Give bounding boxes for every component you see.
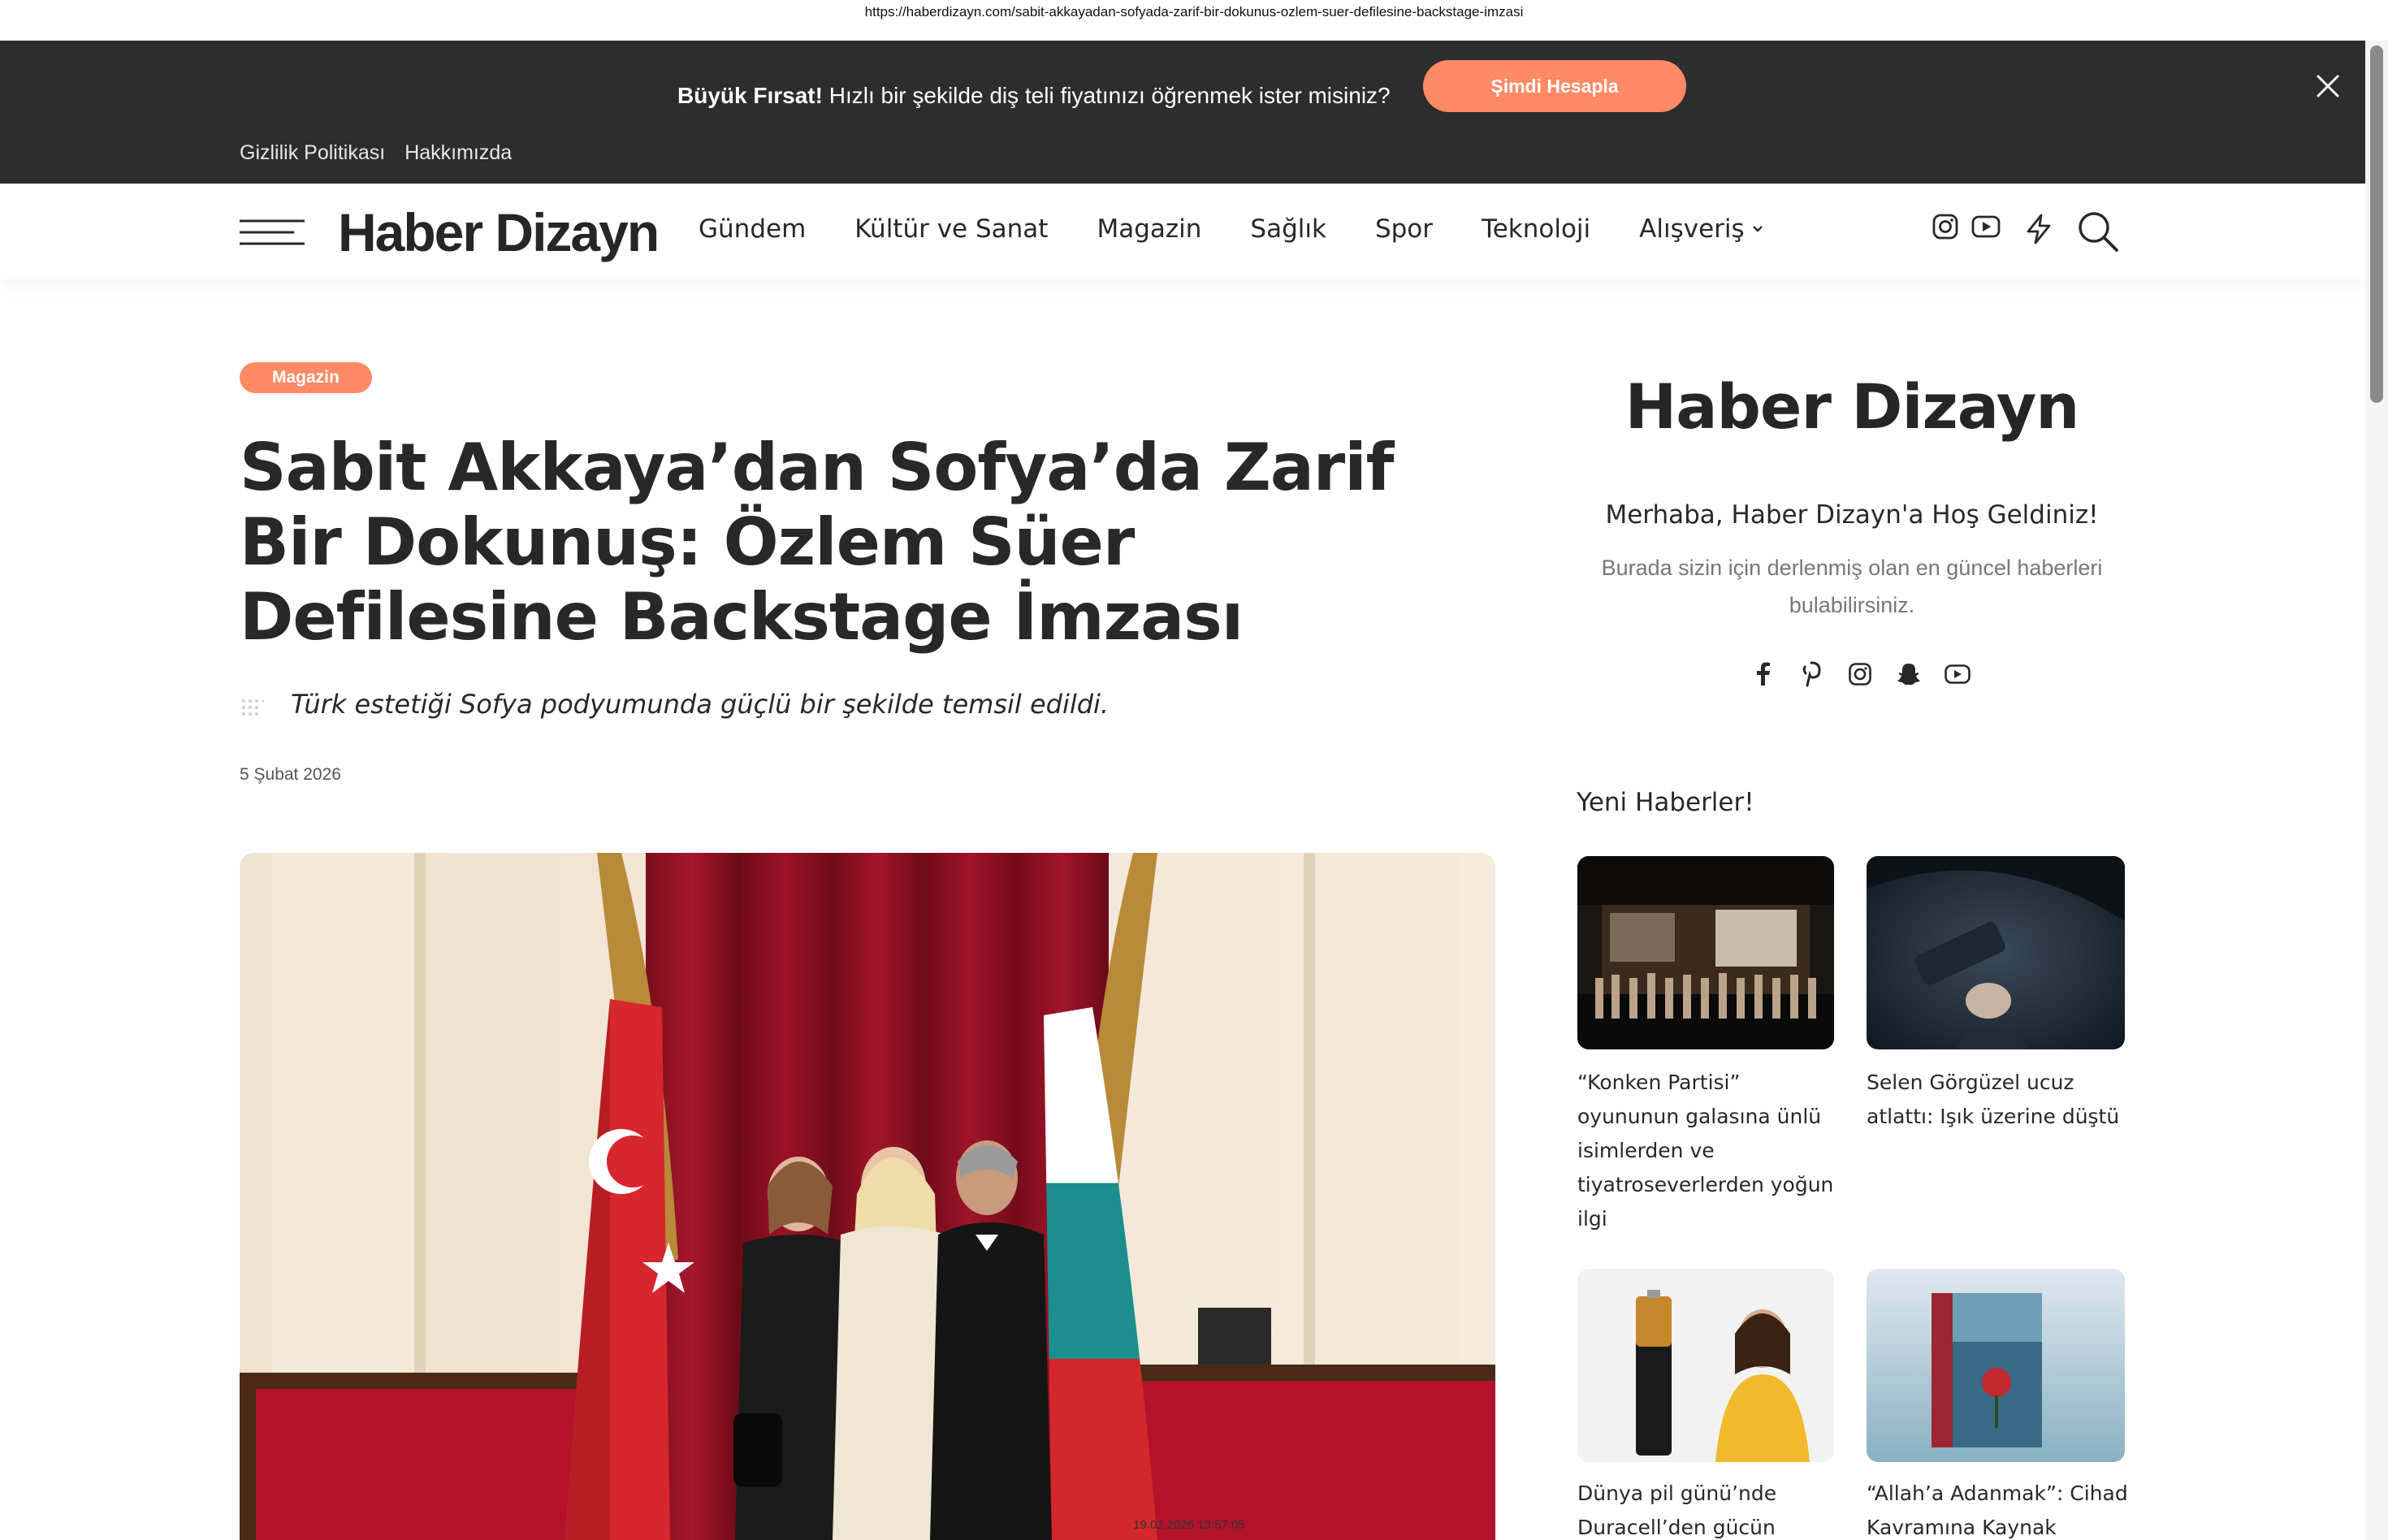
sidebar-instagram-icon[interactable] xyxy=(1836,658,1884,690)
lightning-icon[interactable] xyxy=(2022,213,2055,245)
promo-text: Hızlı bir şekilde diş teli fiyatınızı öğ… xyxy=(822,83,1391,108)
main-nav: Gündem Kültür ve Sanat Magazin Sağlık Sp… xyxy=(699,214,1813,244)
nav-item-alisveris-label: Alışveriş xyxy=(1639,214,1745,244)
snapchat-icon[interactable] xyxy=(1884,658,1933,690)
calculate-now-button[interactable]: Şimdi Hesapla xyxy=(1423,60,1686,112)
pinterest-icon[interactable] xyxy=(1787,658,1836,690)
article-date: 5 Şubat 2026 xyxy=(240,765,341,784)
facebook-icon[interactable] xyxy=(1738,658,1787,690)
youtube-icon[interactable] xyxy=(1971,213,2001,240)
news-card-image-3[interactable] xyxy=(1577,1269,1834,1462)
news-card-title-4[interactable]: “Allah’a Adanmak”: Cihad Kavramına Kayna… xyxy=(1867,1477,2135,1540)
top-links: Gizlilik Politikası Hakkımızda xyxy=(240,141,531,165)
site-header: Haber Dizayn Gündem Kültür ve Sanat Maga… xyxy=(0,184,2365,279)
scrollbar-thumb[interactable] xyxy=(2370,45,2383,403)
sidebar-social-links xyxy=(1738,658,1982,690)
sidebar-youtube-icon[interactable] xyxy=(1933,658,1982,690)
news-card-title-3[interactable]: Dünya pil günü’nde Duracell’den gücün xyxy=(1577,1477,1837,1540)
nav-item-gundem[interactable]: Gündem xyxy=(699,214,806,244)
hamburger-menu-icon[interactable] xyxy=(240,218,305,247)
quote-dots-icon xyxy=(242,699,264,716)
chevron-down-icon xyxy=(1752,226,1763,232)
latest-news-heading: Yeni Haberler! xyxy=(1577,788,1754,817)
nav-item-teknoloji[interactable]: Teknoloji xyxy=(1482,214,1590,244)
article-title: Sabit Akkaya’dan Sofya’da Zarif Bir Doku… xyxy=(240,430,1394,655)
article-lead: Türk estetiği Sofya podyumunda güçlü bir… xyxy=(291,689,1110,720)
nav-item-saglik[interactable]: Sağlık xyxy=(1250,214,1326,244)
promo-bar: Büyük Fırsat! Hızlı bir şekilde diş teli… xyxy=(0,41,2365,184)
news-card-image-4[interactable] xyxy=(1867,1269,2125,1462)
instagram-icon[interactable] xyxy=(1932,213,1959,240)
promo-headline: Büyük Fırsat! xyxy=(677,83,823,108)
site-logo[interactable]: Haber Dizayn xyxy=(338,201,660,263)
news-card-image-1[interactable] xyxy=(1577,856,1834,1049)
category-badge[interactable]: Magazin xyxy=(240,362,372,393)
sidebar-logo: Haber Dizayn xyxy=(1624,370,2080,443)
about-us-link[interactable]: Hakkımızda xyxy=(404,141,512,164)
article-hero-image xyxy=(240,853,1495,1540)
promo-message: Büyük Fırsat! Hızlı bir şekilde diş teli… xyxy=(677,70,1391,122)
url-bar: https://haberdizayn.com/sabit-akkayadan-… xyxy=(0,0,2388,41)
nav-item-spor[interactable]: Spor xyxy=(1375,214,1433,244)
privacy-policy-link[interactable]: Gizlilik Politikası xyxy=(240,141,385,164)
nav-item-magazin[interactable]: Magazin xyxy=(1097,214,1201,244)
search-icon[interactable] xyxy=(2076,210,2120,253)
sidebar-description: Burada sizin için derlenmiş olan en günc… xyxy=(1601,556,2103,617)
news-card-title-2[interactable]: Selen Görgüzel ucuz atlattı: Işık üzerin… xyxy=(1867,1066,2135,1134)
close-icon[interactable] xyxy=(2312,70,2344,102)
nav-item-alisveris[interactable]: Alışveriş xyxy=(1639,214,1764,244)
nav-item-kultur-ve-sanat[interactable]: Kültür ve Sanat xyxy=(854,214,1048,244)
photo-timestamp: 19.02.2026 13:57:05 xyxy=(1133,1518,1245,1532)
news-card-title-1[interactable]: “Konken Partisi” oyununun galasına ünlü … xyxy=(1577,1066,1837,1236)
sidebar-welcome: Merhaba, Haber Dizayn'a Hoş Geldiniz! xyxy=(1605,500,2099,530)
news-card-image-2[interactable] xyxy=(1867,856,2125,1049)
